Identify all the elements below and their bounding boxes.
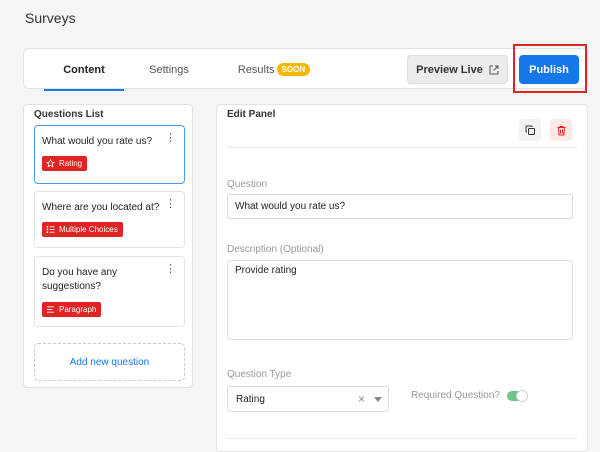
question-type-select[interactable]: Rating × [227, 386, 389, 412]
duplicate-button[interactable] [519, 119, 541, 141]
question-card-text: Do you have any suggestions? [42, 267, 118, 292]
question-label: Question [227, 179, 268, 190]
survey-tab-bar: Content Settings Results SOON Preview Li… [23, 48, 588, 91]
question-type-label: Multiple Choices [59, 225, 118, 234]
delete-button[interactable] [550, 119, 572, 141]
tab-results-label: Results [237, 63, 275, 76]
question-card-rating[interactable]: What would you rate us? ⋮ Rating [34, 125, 185, 184]
required-question-label: Required Question? [411, 390, 500, 401]
edit-panel-title: Edit Panel [227, 109, 276, 120]
question-type-tag: Paragraph [42, 302, 102, 317]
toggle-knob [516, 390, 528, 402]
questions-list-title: Questions List [34, 109, 104, 120]
question-type-tag: Multiple Choices [42, 222, 123, 237]
add-new-question-button[interactable]: Add new question [34, 343, 185, 381]
tab-results[interactable]: Results SOON [229, 49, 319, 90]
questions-list-panel: Questions List What would you rate us? ⋮… [23, 104, 193, 388]
question-type-select-value: Rating [236, 394, 265, 405]
question-card-text: Where are you located at? [42, 202, 160, 213]
edit-panel-bottom-divider [227, 438, 577, 439]
question-card-text: What would you rate us? [42, 136, 153, 147]
question-input[interactable] [227, 194, 573, 219]
more-options-icon[interactable]: ⋮ [165, 133, 176, 144]
description-textarea[interactable]: Provide rating [227, 260, 573, 340]
more-options-icon[interactable]: ⋮ [165, 199, 176, 210]
tab-settings[interactable]: Settings [134, 49, 204, 90]
more-options-icon[interactable]: ⋮ [165, 264, 176, 275]
list-icon [46, 225, 55, 234]
publish-button[interactable]: Publish [519, 55, 579, 84]
description-label: Description (Optional) [227, 244, 324, 255]
question-card-location[interactable]: Where are you located at? ⋮ Multiple Cho… [34, 191, 185, 248]
preview-live-label: Preview Live [416, 63, 483, 76]
page-title: Surveys [25, 10, 76, 26]
trash-icon [557, 125, 565, 135]
clear-icon[interactable]: × [358, 392, 365, 406]
copy-icon [525, 125, 535, 135]
required-question-toggle[interactable] [507, 390, 528, 402]
preview-live-button[interactable]: Preview Live [407, 55, 508, 84]
star-icon [46, 159, 55, 168]
question-type-label: Rating [59, 159, 83, 168]
chevron-down-icon[interactable] [374, 397, 382, 402]
edit-panel-divider [227, 147, 577, 148]
question-type-field-label: Question Type [227, 369, 292, 380]
edit-panel: Edit Panel Question Description (Optiona… [216, 104, 588, 452]
question-type-tag: Rating [42, 156, 88, 171]
soon-badge: SOON [276, 63, 311, 76]
external-link-icon [489, 65, 499, 74]
question-type-label: Paragraph [59, 305, 97, 314]
publish-highlight: Publish [513, 44, 587, 93]
question-card-suggestions[interactable]: Do you have any suggestions? ⋮ Paragraph [34, 256, 185, 327]
tab-content[interactable]: Content [44, 49, 124, 91]
paragraph-icon [46, 306, 55, 313]
